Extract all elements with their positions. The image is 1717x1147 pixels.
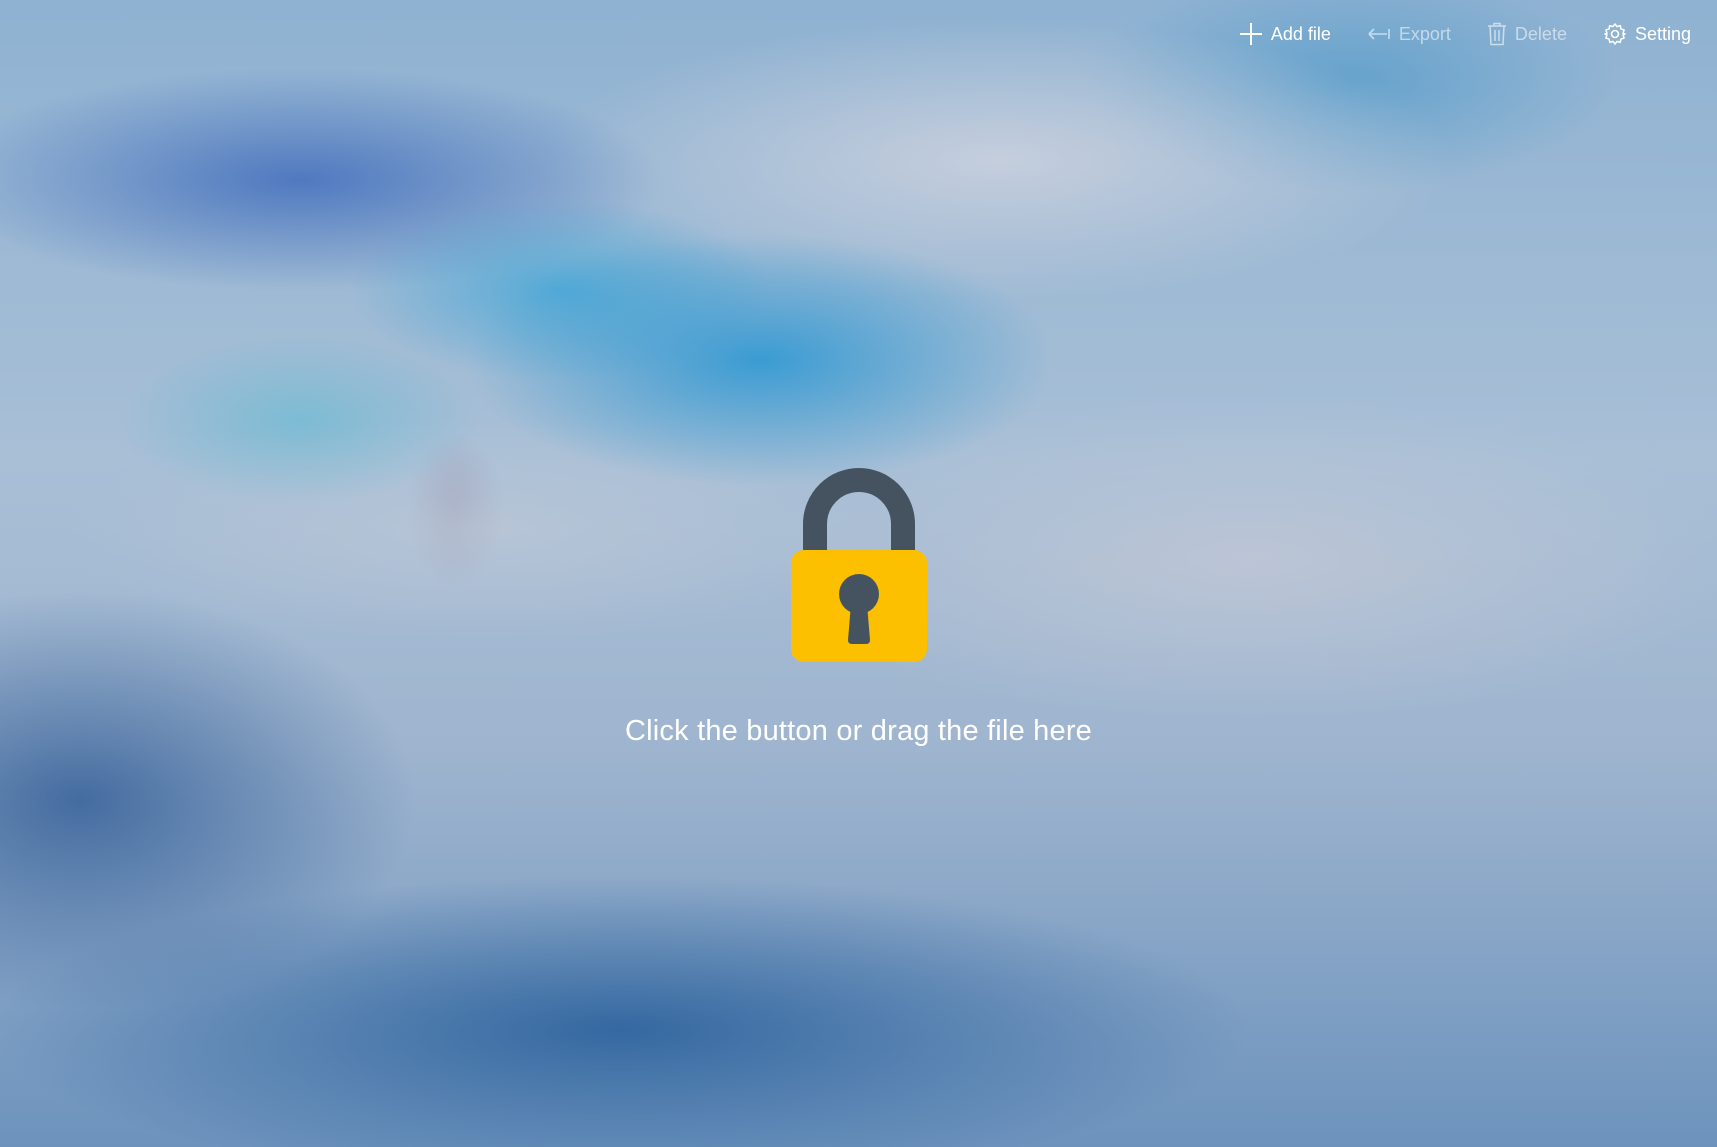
setting-label: Setting <box>1634 23 1691 44</box>
toolbar: Add file Export Delete Setting <box>1221 14 1709 54</box>
padlock-icon <box>789 468 929 669</box>
add-file-label: Add file <box>1270 23 1331 44</box>
gear-icon <box>1603 22 1627 46</box>
arrow-left-icon <box>1367 26 1391 42</box>
add-file-button[interactable]: Add file <box>1221 14 1349 54</box>
plus-icon <box>1239 22 1263 46</box>
trash-icon <box>1487 22 1507 46</box>
drop-zone[interactable]: Click the button or drag the file here <box>0 468 1717 748</box>
delete-label: Delete <box>1514 23 1567 44</box>
app-window: Add file Export Delete Setting Click the… <box>0 0 1717 1147</box>
delete-button[interactable]: Delete <box>1469 14 1585 54</box>
export-button[interactable]: Export <box>1349 14 1469 54</box>
setting-button[interactable]: Setting <box>1585 14 1709 54</box>
export-label: Export <box>1398 23 1451 44</box>
drop-hint: Click the button or drag the file here <box>624 715 1093 747</box>
